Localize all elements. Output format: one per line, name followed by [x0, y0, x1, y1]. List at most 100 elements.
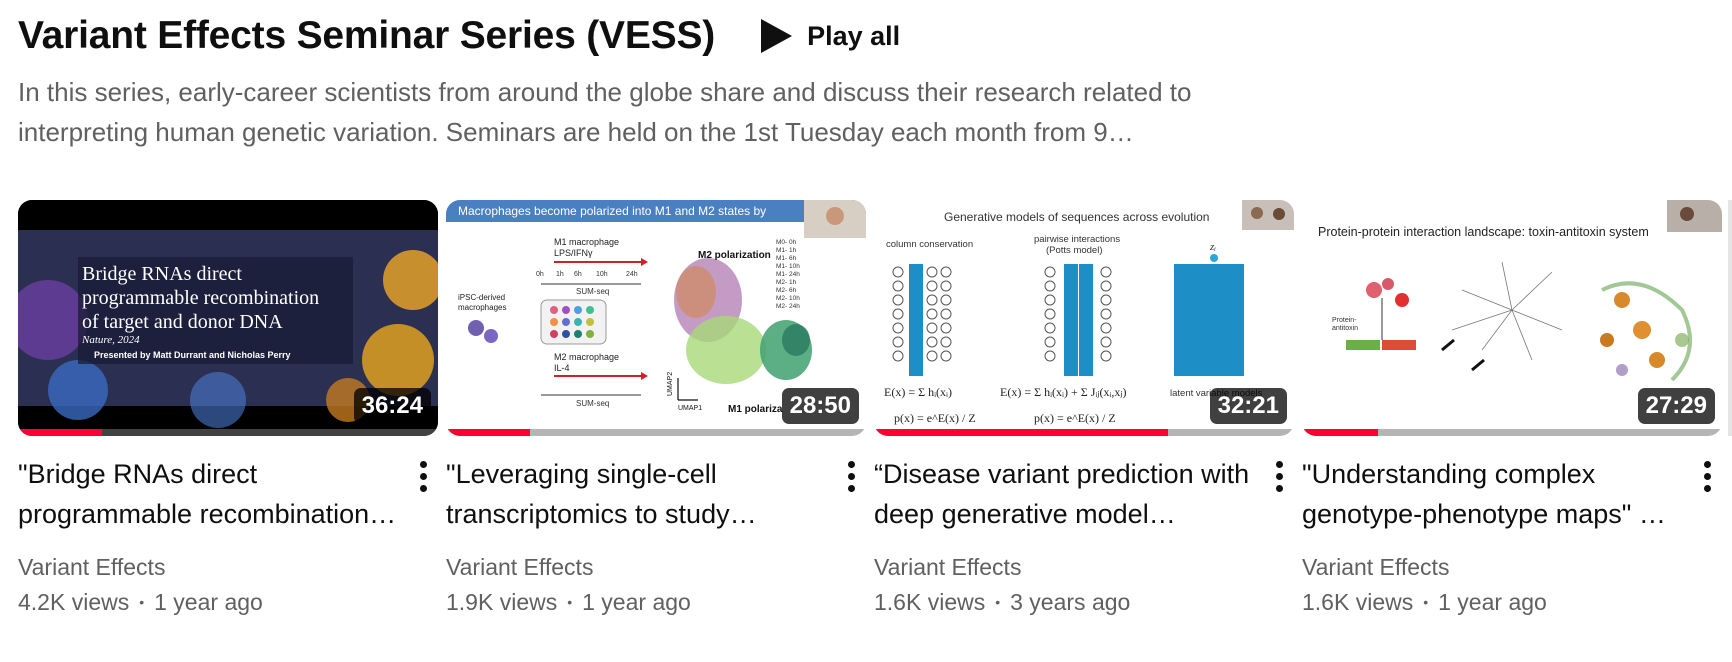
next-card-peek	[1728, 200, 1732, 436]
thumb-text: M1 polariza	[728, 404, 783, 415]
channel-name[interactable]: Variant Effects	[446, 550, 826, 584]
thumb-text: M0- 0h	[776, 239, 797, 246]
thumb-text: 24h	[626, 271, 638, 278]
thumb-text: M1- 6h	[776, 255, 797, 262]
duration-badge: 36:24	[353, 388, 431, 424]
thumb-text: iPSC-derived	[458, 293, 505, 302]
more-actions-button[interactable]	[1692, 456, 1722, 496]
video-thumbnail[interactable]: Macrophages become polarized into M1 and…	[446, 200, 866, 436]
view-count: 1.6K views	[1302, 589, 1414, 615]
more-dot	[847, 472, 855, 480]
thumb-text: of target and donor DNA	[82, 311, 283, 333]
more-dot	[1703, 484, 1711, 492]
shelf-title: Variant Effects Seminar Series (VESS)	[18, 14, 716, 57]
watch-progress-bar	[446, 429, 866, 436]
watch-progress-fill	[18, 429, 102, 436]
thumb-text: 0h	[536, 271, 544, 278]
more-dot	[419, 472, 427, 480]
play-all-label: Play all	[807, 20, 901, 51]
thumb-text: antitoxin	[1332, 325, 1358, 332]
more-dot	[1275, 484, 1283, 492]
thumb-text: Protein-	[1332, 317, 1357, 324]
thumb-text: Presented by Matt Durrant and Nicholas P…	[94, 350, 291, 360]
video-thumbnail[interactable]: Bridge RNAs direct programmable recombin…	[18, 200, 438, 436]
thumb-text: column conservation	[886, 239, 973, 250]
video-title[interactable]: “Disease variant prediction with deep ge…	[874, 454, 1254, 534]
video-title[interactable]: "Bridge RNAs direct programmable recombi…	[18, 454, 398, 534]
channel-name[interactable]: Variant Effects	[874, 550, 1254, 584]
video-thumbnail[interactable]: Protein-protein interaction landscape: t…	[1302, 200, 1722, 436]
shelf-description: In this series, early-career scientists …	[18, 77, 1192, 147]
thumb-text: 6h	[574, 271, 582, 278]
video-card: Macrophages become polarized into M1 and…	[446, 200, 866, 620]
more-dot	[847, 460, 855, 468]
watch-progress-fill	[446, 429, 530, 436]
thumb-text: IL-4	[554, 363, 570, 373]
svg-text:E(x) = Σ hᵢ(xᵢ): E(x) = Σ hᵢ(xᵢ)	[884, 385, 952, 399]
thumb-text: Nature, 2024	[81, 334, 140, 346]
thumb-text: macrophages	[458, 303, 506, 312]
thumb-text: Macrophages become polarized into M1 and…	[458, 204, 766, 218]
more-actions-button[interactable]	[1264, 456, 1294, 496]
svg-text:p(x) = e^E(x) / Z: p(x) = e^E(x) / Z	[1034, 411, 1116, 425]
separator-dot: •	[995, 594, 1001, 610]
channel-name[interactable]: Variant Effects	[1302, 550, 1682, 584]
video-title[interactable]: "Understanding complex genotype-phenotyp…	[1302, 454, 1682, 534]
thumb-text: pairwise interactions	[1034, 234, 1120, 245]
more-dot	[1703, 460, 1711, 468]
watch-progress-fill	[874, 429, 1168, 436]
thumb-text: M2- 1h	[776, 279, 797, 286]
channel-name[interactable]: Variant Effects	[18, 550, 398, 584]
more-actions-button[interactable]	[836, 456, 866, 496]
shelf-header: Variant Effects Seminar Series (VESS) Pl…	[18, 14, 900, 58]
video-stats: 1.9K views • 1 year ago	[446, 584, 826, 620]
thumb-text: Bridge RNAs direct	[82, 263, 242, 285]
watch-progress-bar	[874, 429, 1294, 436]
video-stats: 4.2K views • 1 year ago	[18, 584, 398, 620]
play-all-button[interactable]: Play all	[759, 18, 900, 54]
view-count: 1.9K views	[446, 589, 558, 615]
thumb-text: M1- 1h	[776, 247, 797, 254]
more-dot	[1703, 472, 1711, 480]
more-actions-button[interactable]	[408, 456, 438, 496]
upload-age: 1 year ago	[1438, 589, 1547, 615]
video-meta: “Disease variant prediction with deep ge…	[874, 436, 1294, 620]
separator-dot: •	[1423, 594, 1429, 610]
thumb-text: UMAP2	[667, 372, 674, 396]
watch-progress-bar	[1302, 429, 1722, 436]
video-meta: "Leveraging single-cell transcriptomics …	[446, 436, 866, 620]
thumb-text: M2- 24h	[776, 303, 800, 310]
more-dot	[847, 484, 855, 492]
video-thumbnail[interactable]: Generative models of sequences across ev…	[874, 200, 1294, 436]
watch-progress-fill	[1302, 429, 1378, 436]
video-stats: 1.6K views • 1 year ago	[1302, 584, 1682, 620]
separator-dot: •	[567, 594, 573, 610]
view-count: 4.2K views	[18, 589, 130, 615]
thumb-text: Protein-protein interaction landscape: t…	[1318, 225, 1649, 239]
svg-text:p(x) = e^E(x) / Z: p(x) = e^E(x) / Z	[894, 411, 976, 425]
video-card: Generative models of sequences across ev…	[874, 200, 1294, 620]
duration-badge: 32:21	[1209, 388, 1287, 424]
more-dot	[1275, 460, 1283, 468]
thumb-text: M2- 10h	[776, 295, 800, 302]
thumb-text: programmable recombination	[82, 287, 319, 309]
duration-badge: 28:50	[781, 388, 859, 424]
thumb-text: M2 polarization	[698, 250, 771, 261]
thumb-text: 10h	[596, 271, 608, 278]
thumb-text: SUM-seq	[576, 399, 609, 408]
video-title[interactable]: "Leveraging single-cell transcriptomics …	[446, 454, 826, 534]
thumb-text: zᵢ	[1209, 241, 1216, 253]
thumb-text: M1 macrophage	[554, 237, 619, 247]
more-dot	[1275, 472, 1283, 480]
more-dot	[419, 460, 427, 468]
video-stats: 1.6K views • 3 years ago	[874, 584, 1254, 620]
video-card: Bridge RNAs direct programmable recombin…	[18, 200, 438, 620]
thumb-text: Generative models of sequences across ev…	[944, 210, 1209, 224]
svg-text:E(x) = Σ hᵢ(xᵢ) + Σ Jᵢⱼ(xᵢ,xⱼ): E(x) = Σ hᵢ(xᵢ) + Σ Jᵢⱼ(xᵢ,xⱼ)	[1000, 385, 1127, 399]
thumb-text: M1- 10h	[776, 263, 800, 270]
thumb-text: 1h	[556, 271, 564, 278]
video-meta: "Bridge RNAs direct programmable recombi…	[18, 436, 438, 620]
upload-age: 1 year ago	[582, 589, 691, 615]
more-dot	[419, 484, 427, 492]
thumb-text: LPS/IFNγ	[554, 248, 593, 258]
